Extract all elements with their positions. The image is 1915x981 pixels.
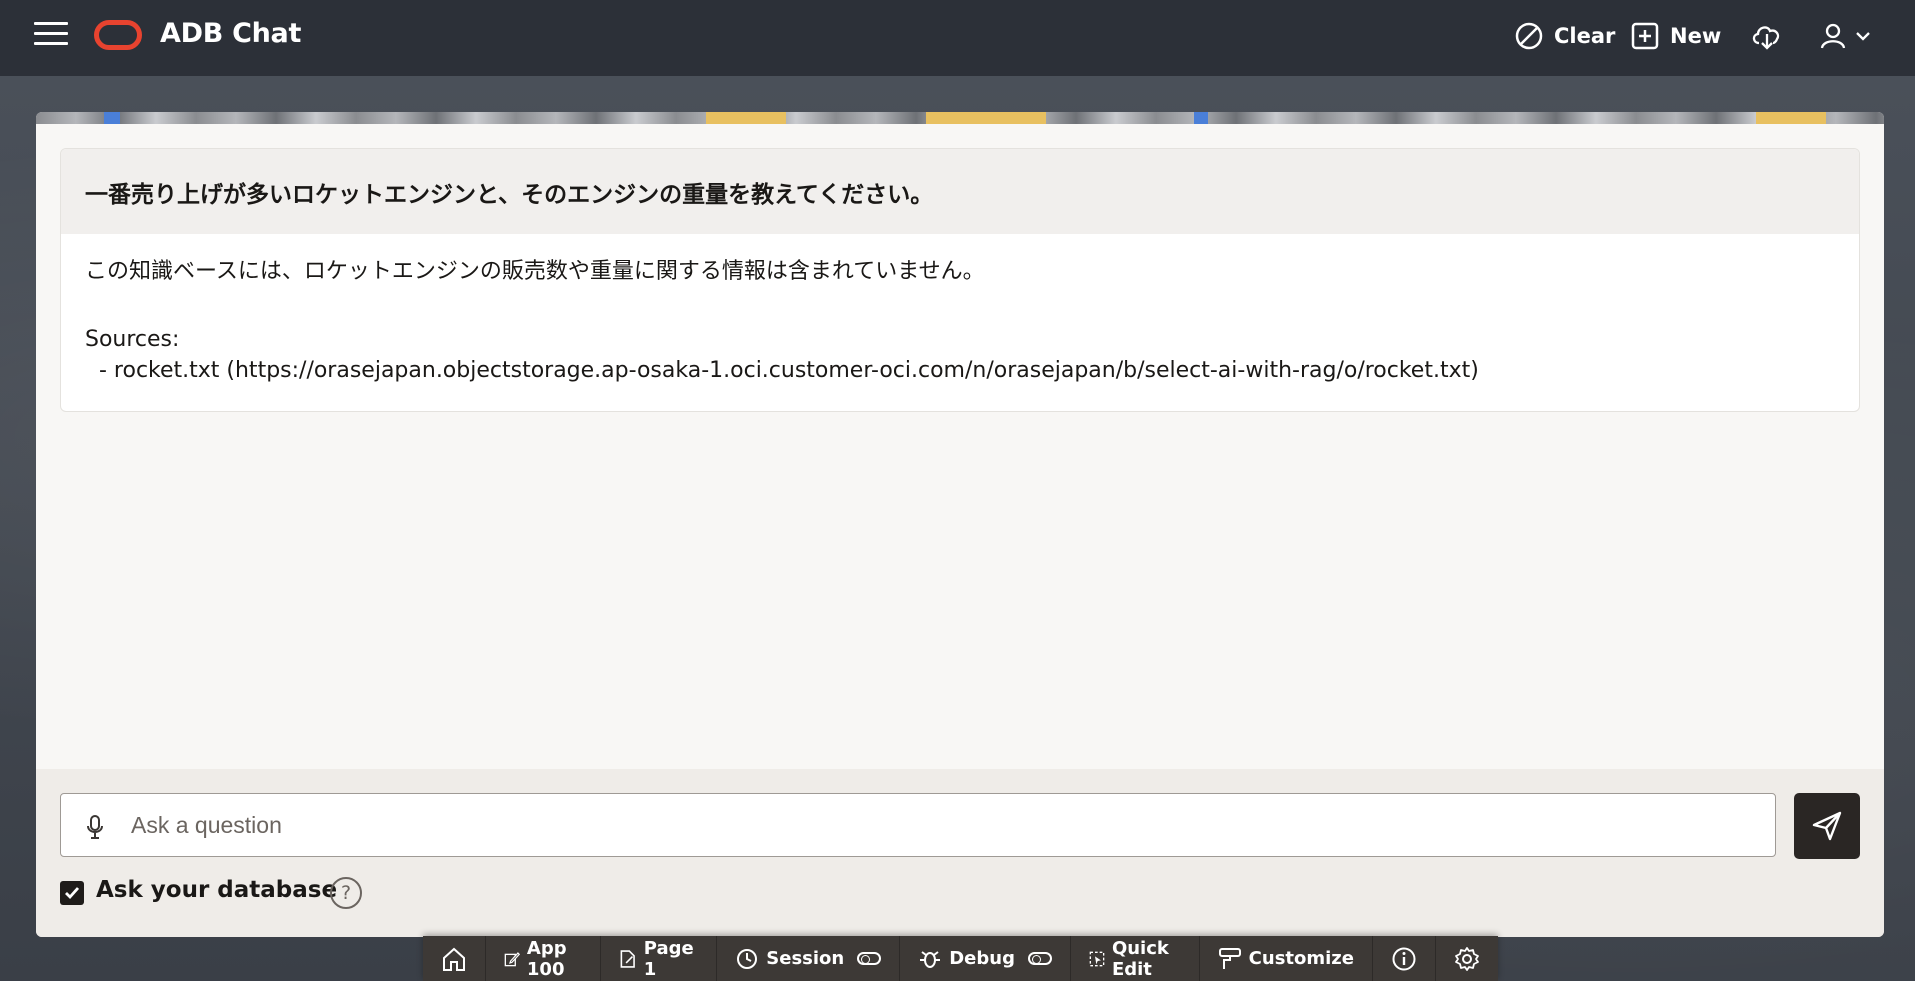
dev-page-button[interactable]: Page 1: [601, 936, 718, 981]
source-item: - rocket.txt (https://orasejapan.objects…: [85, 358, 1479, 383]
dev-session-button[interactable]: Session: [717, 936, 901, 981]
quick-edit-icon: [1089, 951, 1105, 966]
dev-app-button[interactable]: App 100: [486, 936, 602, 981]
developer-toolbar: App 100 Page 1 Session Debug Quick Edit …: [423, 936, 1498, 981]
card-banner: [36, 112, 1884, 124]
session-icon: [737, 948, 758, 969]
dev-debug-label: Debug: [949, 948, 1015, 969]
dev-info-button[interactable]: [1373, 936, 1436, 981]
ask-db-label[interactable]: Ask your database: [96, 877, 337, 903]
page-icon: [620, 949, 636, 968]
answer-text: この知識ベースには、ロケットエンジンの販売数や重量に関する情報は含まれていません…: [85, 259, 985, 284]
dev-customize-label: Customize: [1248, 948, 1354, 969]
dev-quick-edit-label: Quick Edit: [1111, 937, 1169, 980]
download-button[interactable]: [1750, 18, 1784, 54]
dev-customize-button[interactable]: Customize: [1200, 936, 1373, 981]
new-button[interactable]: New: [1630, 18, 1721, 54]
app-title: ADB Chat: [160, 18, 302, 49]
chat-message: 一番売り上げが多いロケットエンジンと、そのエンジンの重量を教えてください。 この…: [60, 148, 1860, 412]
user-menu-button[interactable]: [1818, 18, 1872, 54]
send-button[interactable]: [1794, 793, 1860, 859]
check-icon: [65, 887, 80, 900]
dev-settings-button[interactable]: [1436, 936, 1498, 981]
debug-toggle[interactable]: [1027, 952, 1052, 965]
dev-page-label: Page 1: [643, 937, 694, 980]
user-icon: [1820, 23, 1846, 49]
cloud-download-icon: [1752, 26, 1780, 50]
question-text: 一番売り上げが多いロケットエンジンと、そのエンジンの重量を教えてください。: [61, 149, 1859, 234]
answer-block: この知識ベースには、ロケットエンジンの販売数や重量に関する情報は含まれていません…: [61, 234, 1859, 408]
clear-icon: [1515, 22, 1543, 50]
home-icon: [443, 947, 465, 971]
new-label: New: [1670, 24, 1722, 48]
input-area: Ask your database ?: [36, 769, 1884, 937]
gear-icon: [1455, 946, 1479, 971]
dev-app-label: App 100: [526, 937, 567, 980]
session-toggle[interactable]: [857, 952, 882, 965]
info-icon: [1392, 947, 1416, 970]
app-header: ADB Chat Clear New: [0, 0, 1915, 76]
sources-label: Sources:: [85, 327, 180, 352]
clear-label: Clear: [1554, 24, 1616, 48]
dev-quick-edit-button[interactable]: Quick Edit: [1071, 936, 1200, 981]
dev-debug-button[interactable]: Debug: [900, 936, 1071, 981]
chevron-down-icon: [1856, 32, 1870, 41]
microphone-icon[interactable]: [85, 814, 105, 840]
edit-icon: [504, 951, 520, 966]
question-input[interactable]: [131, 804, 1751, 846]
dev-session-label: Session: [766, 948, 845, 969]
clear-button[interactable]: Clear: [1514, 18, 1615, 54]
help-icon[interactable]: ?: [330, 877, 362, 909]
new-icon: [1631, 22, 1659, 50]
ask-db-checkbox[interactable]: [60, 881, 84, 905]
chat-card: 一番売り上げが多いロケットエンジンと、そのエンジンの重量を教えてください。 この…: [36, 112, 1884, 937]
dev-home-button[interactable]: [423, 936, 486, 981]
question-input-wrapper: [60, 793, 1776, 857]
customize-icon: [1218, 947, 1241, 969]
menu-icon[interactable]: [34, 22, 68, 48]
oracle-logo: [94, 20, 142, 50]
send-icon: [1812, 811, 1842, 841]
debug-icon: [920, 950, 941, 968]
